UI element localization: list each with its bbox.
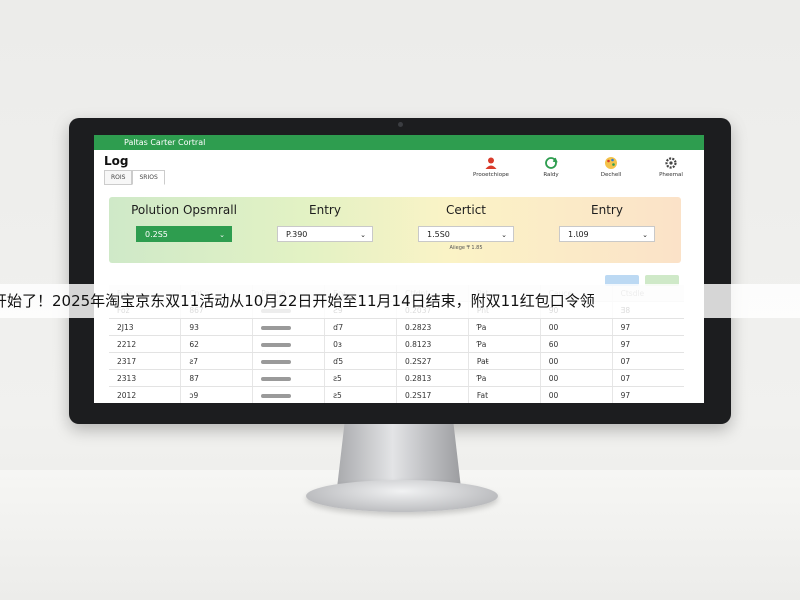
table-cell: 2317 bbox=[109, 352, 181, 370]
table-cell-bar bbox=[252, 318, 325, 336]
window-title: Paltas Carter Cortral bbox=[124, 138, 206, 147]
page-title: Log bbox=[104, 154, 129, 168]
table-cell: Fat bbox=[467, 386, 541, 403]
summary-column: Entry 1.Ɩ09 ⌄ bbox=[537, 203, 677, 242]
table-cell: Ƥa bbox=[467, 335, 541, 353]
window-title-bar: Paltas Carter Cortral bbox=[94, 135, 704, 150]
table-cell: 0.2813 bbox=[396, 369, 469, 387]
chevron-down-icon: ⌄ bbox=[360, 231, 366, 239]
tab-srios[interactable]: SRIOS bbox=[132, 170, 165, 185]
table-row[interactable]: 2313 87 ƨ5 0.2813 Ƥa 00 07 bbox=[109, 369, 684, 387]
table-cell: ɔ9 bbox=[180, 386, 253, 403]
toolbar-settings-button[interactable]: Pheemal bbox=[648, 156, 694, 178]
table-row[interactable]: 2J13 93 ɗ7 0.2823 Ƥa 00 97 bbox=[109, 318, 684, 336]
table-cell: 0.8123 bbox=[396, 335, 469, 353]
table-row[interactable]: 2012 ɔ9 ƨ5 0.2S17 Fat 00 97 bbox=[109, 386, 684, 403]
table-cell: ƨ7 bbox=[180, 352, 253, 370]
summary-heading: Entry bbox=[309, 203, 341, 217]
table-cell: ɗ5 bbox=[324, 352, 397, 370]
summary-value: 1.5S0 bbox=[427, 230, 450, 239]
table-cell: ƨ5 bbox=[324, 369, 397, 387]
table-cell: 00 bbox=[539, 318, 613, 336]
table-cell: 0ɜ bbox=[324, 335, 397, 353]
monitor-stand-base bbox=[306, 480, 498, 512]
table-cell: 97 bbox=[611, 318, 684, 336]
tab-bar: ROIS SRIOS bbox=[104, 170, 165, 185]
toolbar-user-button[interactable]: Prooetchiope bbox=[468, 156, 514, 178]
promo-banner: 一一开始了！2025年淘宝京东双11活动从10月22日开始至11月14日结束，附… bbox=[0, 284, 800, 318]
table-cell-bar bbox=[252, 335, 325, 353]
summary-panel: Polution Opsmrall 0.2S5 ⌄ Entry P.390 ⌄ … bbox=[109, 197, 681, 263]
table-cell: 07 bbox=[611, 369, 684, 387]
toolbar: Prooetchiope Raldy Dechell Pheemal bbox=[468, 156, 694, 178]
table-cell: Paŧ bbox=[467, 352, 541, 370]
summary-dropdown[interactable]: 1.Ɩ09 ⌄ bbox=[559, 226, 655, 242]
app-header: Log ROIS SRIOS Prooetchiope Raldy Dechel… bbox=[94, 150, 704, 186]
table-cell: 07 bbox=[611, 352, 684, 370]
toolbar-label: Dechell bbox=[600, 172, 622, 178]
toolbar-label: Raldy bbox=[543, 172, 559, 178]
table-cell: 0.2S27 bbox=[396, 352, 469, 370]
progress-bar bbox=[261, 376, 292, 381]
summary-subtext: Aiiege ₸ 1.85 bbox=[449, 245, 483, 251]
summary-dropdown[interactable]: P.390 ⌄ bbox=[277, 226, 373, 242]
table-cell: 00 bbox=[539, 386, 613, 403]
user-icon bbox=[485, 157, 497, 169]
table-cell: Ƥa bbox=[467, 369, 541, 387]
table-cell: 0.2S17 bbox=[396, 386, 469, 403]
toolbar-label: Pheemal bbox=[659, 172, 683, 178]
table-cell-bar bbox=[252, 386, 325, 403]
table-cell: 62 bbox=[180, 335, 253, 353]
summary-value: 0.2S5 bbox=[145, 230, 168, 239]
chevron-down-icon: ⌄ bbox=[219, 231, 225, 239]
summary-heading: Entry bbox=[591, 203, 623, 217]
chevron-down-icon: ⌄ bbox=[501, 231, 507, 239]
table-cell: 60 bbox=[539, 335, 613, 353]
progress-bar bbox=[261, 325, 292, 330]
table-row[interactable]: 2317 ƨ7 ɗ5 0.2S27 Paŧ 00 07 bbox=[109, 352, 684, 370]
table-cell: 2J13 bbox=[109, 318, 181, 336]
table-cell: ɗ7 bbox=[324, 318, 397, 336]
table-cell-bar bbox=[252, 369, 325, 387]
monitor: Paltas Carter Cortral Log ROIS SRIOS Pro… bbox=[69, 118, 731, 424]
chevron-down-icon: ⌄ bbox=[642, 231, 648, 239]
settings-icon bbox=[665, 157, 677, 169]
monitor-stand-neck bbox=[337, 424, 461, 488]
table-cell: Ƥa bbox=[467, 318, 541, 336]
table-cell: 97 bbox=[611, 335, 684, 353]
table-cell: 00 bbox=[539, 352, 613, 370]
table-cell: 2212 bbox=[109, 335, 181, 353]
table-cell: 00 bbox=[539, 369, 613, 387]
progress-bar bbox=[261, 359, 292, 364]
toolbar-refresh-button[interactable]: Raldy bbox=[528, 156, 574, 178]
summary-column: Certict 1.5S0 ⌄ Aiiege ₸ 1.85 bbox=[396, 203, 536, 251]
summary-column: Polution Opsmrall 0.2S5 ⌄ bbox=[114, 203, 254, 242]
table-row[interactable]: 2212 62 0ɜ 0.8123 Ƥa 60 97 bbox=[109, 335, 684, 353]
summary-dropdown[interactable]: 1.5S0 ⌄ bbox=[418, 226, 514, 242]
summary-dropdown[interactable]: 0.2S5 ⌄ bbox=[136, 226, 232, 242]
webcam bbox=[398, 122, 403, 127]
table-cell: 0.2823 bbox=[396, 318, 469, 336]
screen: Paltas Carter Cortral Log ROIS SRIOS Pro… bbox=[94, 135, 704, 403]
table-cell: ƨ5 bbox=[324, 386, 397, 403]
summary-heading: Polution Opsmrall bbox=[131, 203, 237, 217]
table-cell: 93 bbox=[180, 318, 253, 336]
summary-value: 1.Ɩ09 bbox=[568, 230, 589, 239]
progress-bar bbox=[261, 342, 292, 347]
table-cell: 97 bbox=[611, 386, 684, 403]
progress-bar bbox=[261, 393, 292, 398]
table-cell: 2012 bbox=[109, 386, 181, 403]
summary-column: Entry P.390 ⌄ bbox=[255, 203, 395, 242]
refresh-icon bbox=[545, 157, 558, 169]
palette-icon bbox=[605, 157, 617, 169]
table-cell-bar bbox=[252, 352, 325, 370]
table-cell: 2313 bbox=[109, 369, 181, 387]
tab-rois[interactable]: ROIS bbox=[104, 170, 133, 185]
banner-text: 一一开始了！2025年淘宝京东双11活动从10月22日开始至11月14日结束，附… bbox=[0, 292, 595, 310]
summary-value: P.390 bbox=[286, 230, 308, 239]
toolbar-label: Prooetchiope bbox=[473, 172, 509, 178]
toolbar-palette-button[interactable]: Dechell bbox=[588, 156, 634, 178]
table-cell: 87 bbox=[180, 369, 253, 387]
summary-heading: Certict bbox=[445, 203, 487, 217]
